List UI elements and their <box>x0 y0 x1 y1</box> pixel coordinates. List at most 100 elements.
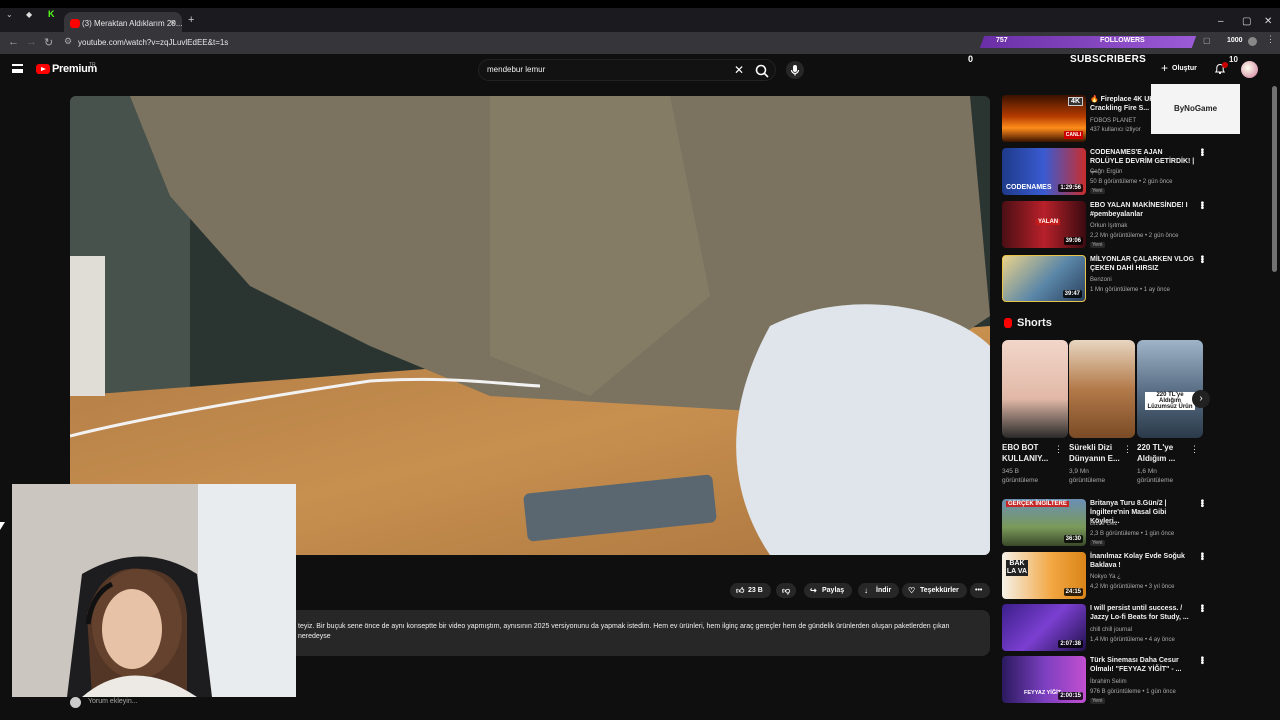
recommended-video[interactable]: 39:47 MİLYONLAR ÇALARKEN VLOG ÇEKEN DAHİ… <box>1002 255 1212 303</box>
video-title: MİLYONLAR ÇALARKEN VLOG ÇEKEN DAHİ HIRSI… <box>1090 256 1194 272</box>
dislike-button[interactable]: 👎︎ <box>776 583 796 598</box>
short-views-label: görüntüleme <box>1002 477 1039 484</box>
video-duration: 39:06 <box>1063 237 1083 245</box>
url-field[interactable]: youtube.com/watch?v=zqJLuvlEdEE&t=1s <box>78 38 228 47</box>
short-thumbnail[interactable] <box>1002 340 1068 438</box>
recommended-video[interactable]: CODENAMES 1:29:56 CODENAMES'E AJAN ROLÜY… <box>1002 148 1212 196</box>
video-meta: 50 B görüntüleme • 2 gün önce <box>1090 179 1173 185</box>
like-button[interactable]: 👍︎ 23 B <box>730 583 771 598</box>
channel-name[interactable]: FOBOS PLANET <box>1090 117 1136 126</box>
close-window-icon[interactable]: ✕ <box>1264 16 1272 27</box>
4k-badge: 4K <box>1068 97 1083 106</box>
more-options-icon[interactable]: ••• <box>1196 499 1207 507</box>
subscribers-count: 0 <box>968 54 974 64</box>
short-thumbnail[interactable]: 220 TL'ye Aldığım Lüzumsuz Ürün <box>1137 340 1203 438</box>
more-options-icon[interactable]: ⋮ <box>1190 444 1199 455</box>
video-meta: 4,2 Mn görüntüleme • 3 yıl önce <box>1090 584 1175 590</box>
video-meta: 2,3 B görüntüleme • 1 gün önce <box>1090 531 1175 537</box>
short-views: 1,6 Mn <box>1137 468 1157 475</box>
clear-search-icon[interactable]: ✕ <box>734 63 744 77</box>
comment-avatar <box>70 697 81 708</box>
more-actions-button[interactable]: ••• <box>970 583 990 598</box>
pinned-tab-icon[interactable]: ◆ <box>26 10 32 19</box>
minimize-icon[interactable]: – <box>1218 16 1224 27</box>
microphone-icon[interactable] <box>786 61 804 79</box>
brand-logo: ByNoGame <box>1151 84 1240 134</box>
thumb-caption: GERÇEK İNGİLTERE <box>1006 501 1069 507</box>
page-scrollbar[interactable] <box>1272 86 1277 272</box>
more-options-icon[interactable]: ••• <box>1196 604 1207 612</box>
channel-name[interactable]: chill chill journal <box>1090 626 1132 635</box>
recommended-video[interactable]: BAK LA VA 24:15 İnanılmaz Kolay Evde Soğ… <box>1002 552 1212 600</box>
more-options-icon[interactable]: ••• <box>1196 201 1207 209</box>
recommended-video[interactable]: 2:07:38 I will persist until success. / … <box>1002 604 1212 652</box>
new-badge: Yeni <box>1090 540 1105 546</box>
search-icon[interactable] <box>754 63 770 79</box>
new-badge: Yeni <box>1090 188 1105 194</box>
video-description[interactable]: teyiz. Bir buçuk sene önce de aynı konse… <box>296 610 990 656</box>
extension-icon[interactable]: ▢ <box>1203 36 1211 45</box>
close-tab-icon[interactable]: × <box>170 18 176 29</box>
short-thumb-caption: 220 TL'ye Aldığım Lüzumsuz Ürün <box>1145 392 1195 410</box>
channel-name[interactable]: Benzoni <box>1090 276 1112 285</box>
tab-list-icon[interactable]: ⌄ <box>6 10 13 19</box>
subscribers-label: SUBSCRIBERS <box>1070 54 1147 65</box>
more-options-icon[interactable]: ⋮ <box>1054 444 1063 455</box>
more-options-icon[interactable]: ••• <box>1196 148 1207 156</box>
video-title: İnanılmaz Kolay Evde Soğuk Baklava ! <box>1090 553 1185 569</box>
more-options-icon[interactable]: ••• <box>1196 552 1207 560</box>
video-duration: 36:30 <box>1063 535 1083 543</box>
thanks-label: Teşekkürler <box>920 587 959 594</box>
more-horizontal-icon: ••• <box>975 587 983 594</box>
maximize-icon[interactable]: ▢ <box>1242 16 1251 27</box>
site-info-icon[interactable]: ⚙ <box>64 36 72 47</box>
video-meta: 1,4 Mn görüntüleme • 4 ay önce <box>1090 637 1175 643</box>
account-avatar[interactable] <box>1241 61 1258 78</box>
recommended-video[interactable]: FEYYAZ YİĞİT 2:00:15 Türk Sineması Daha … <box>1002 656 1212 704</box>
webcam-frame <box>12 484 296 697</box>
short-title[interactable]: 220 TL'ye Aldığım ... <box>1137 442 1197 464</box>
short-title[interactable]: EBO BOT KULLANIY... <box>1002 442 1062 464</box>
more-options-icon[interactable]: ⋮ <box>1123 444 1132 455</box>
recommended-video[interactable]: YALAN 39:06 EBO YALAN MAKİNESİNDE! I #pe… <box>1002 201 1212 249</box>
reload-icon[interactable]: ↻ <box>44 36 53 49</box>
share-label: Paylaş <box>822 587 845 594</box>
shorts-next-button[interactable]: › <box>1192 390 1210 408</box>
video-meta: 976 B görüntüleme • 1 gün önce <box>1090 689 1176 695</box>
thumb-caption: YALAN <box>1036 219 1061 225</box>
recommended-video[interactable]: GERÇEK İNGİLTERE 36:30 Britanya Turu 8.G… <box>1002 499 1212 547</box>
download-button[interactable]: ↓ İndir <box>858 583 900 598</box>
channel-name[interactable]: Bizce Gez <box>1090 520 1117 529</box>
profile-icon[interactable] <box>1248 37 1257 46</box>
channel-name[interactable]: Nokyo Ya ¿ <box>1090 573 1121 582</box>
menu-icon[interactable]: ⋮ <box>1266 34 1275 45</box>
back-icon[interactable]: ← <box>8 36 19 48</box>
followers-label: FOLLOWERS <box>1100 37 1145 44</box>
search-input[interactable] <box>487 65 727 74</box>
channel-name[interactable]: Çağrı Ergün <box>1090 168 1122 177</box>
new-tab-icon[interactable]: + <box>188 14 194 26</box>
followers-count: 757 <box>996 37 1008 44</box>
video-thumbnail: FEYYAZ YİĞİT 2:00:15 <box>1002 656 1086 703</box>
download-label: İndir <box>876 587 892 594</box>
forward-icon[interactable]: → <box>26 36 37 48</box>
create-button[interactable]: Oluştur <box>1158 61 1204 77</box>
short-thumbnail[interactable] <box>1069 340 1135 438</box>
more-options-icon[interactable]: ••• <box>1196 255 1207 263</box>
comment-input[interactable]: Yorum ekleyin... <box>88 698 138 705</box>
short-title[interactable]: Sürekli Dizi Dünyanın E... <box>1069 442 1129 464</box>
description-text: teyiz. Bir buçuk sene önce de aynı konse… <box>298 623 950 640</box>
thanks-button[interactable]: ♡ Teşekkürler <box>902 583 967 598</box>
kick-tab-icon[interactable]: K <box>48 9 55 19</box>
hamburger-menu-icon[interactable] <box>12 64 23 73</box>
share-button[interactable]: ↪ Paylaş <box>804 583 853 598</box>
channel-name[interactable]: İbrahim Selim <box>1090 678 1127 687</box>
browser-tab-bar: ⌄ ◆ K (3) Meraktan Aldıklarım 20... × + … <box>0 0 1280 36</box>
more-options-icon[interactable]: ••• <box>1196 656 1207 664</box>
youtube-favicon-icon <box>70 19 80 28</box>
thumbs-down-icon: 👎︎ <box>782 586 791 595</box>
channel-name[interactable]: Orkun Işıtmak <box>1090 222 1127 231</box>
youtube-logo-icon[interactable] <box>36 64 50 74</box>
video-meta: 437 kullanıcı izliyor <box>1090 127 1141 133</box>
notification-count: 10 <box>1229 55 1238 64</box>
